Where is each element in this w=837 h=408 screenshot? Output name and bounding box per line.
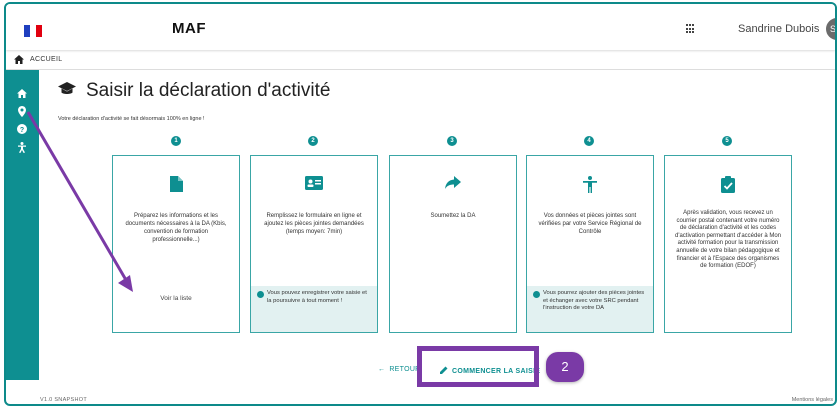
step-number: 4 — [584, 136, 594, 146]
step-card-fill-form: Remplissez le formulaire en ligne et ajo… — [250, 155, 378, 333]
map-marker-icon[interactable] — [15, 104, 29, 118]
step-card-verification: Vos données et pièces jointes sont vérif… — [526, 155, 654, 333]
graduation-cap-icon — [58, 81, 76, 101]
accessibility-icon[interactable] — [15, 140, 29, 154]
clipboard-check-icon — [665, 176, 791, 193]
breadcrumb: ACCUEIL — [6, 50, 835, 70]
app-title: MAF — [172, 20, 206, 37]
avatar[interactable]: SD — [826, 18, 835, 40]
apps-grid-icon[interactable] — [686, 24, 696, 34]
step-description: Vos données et pièces jointes sont vérif… — [538, 213, 642, 235]
svg-text:?: ? — [20, 127, 24, 134]
back-label: RETOUR — [389, 366, 421, 373]
id-card-icon — [251, 176, 377, 190]
arrow-left-icon: ← — [378, 366, 386, 373]
note-text: Vous pouvez enregistrer votre saisie et … — [267, 290, 367, 304]
note-text: Vous pourrez ajouter des pièces jointes … — [543, 290, 645, 311]
info-note: Vous pourrez ajouter des pièces jointes … — [527, 286, 653, 332]
step-description: Préparez les informations et les documen… — [125, 213, 227, 243]
info-dot-icon — [257, 291, 264, 298]
home-icon[interactable] — [14, 55, 24, 64]
step-number: 3 — [447, 136, 457, 146]
step-number: 2 — [308, 136, 318, 146]
info-dot-icon — [533, 291, 540, 298]
page-title: Saisir la déclaration d'activité — [86, 80, 331, 101]
breadcrumb-home-link[interactable]: ACCUEIL — [30, 56, 62, 63]
version-text: V1.0 SNAPSHOT — [40, 397, 87, 403]
step-description: Après validation, vous recevez un courri… — [674, 210, 782, 270]
sidebar: ? — [6, 70, 39, 380]
step-number: 1 — [171, 136, 181, 146]
top-header: MAF Sandrine Dubois SD — [6, 4, 835, 50]
page-title-row: Saisir la déclaration d'activité — [58, 80, 330, 102]
step-card-validation: Après validation, vous recevez un courri… — [664, 155, 792, 333]
annotation-highlight-box — [417, 346, 539, 387]
share-arrow-icon — [390, 176, 516, 190]
step-number: 5 — [722, 136, 732, 146]
file-icon — [113, 176, 239, 192]
step-description: Remplissez le formulaire en ligne et ajo… — [264, 213, 364, 235]
annotation-step-badge: 2 — [546, 352, 584, 382]
user-name[interactable]: Sandrine Dubois — [738, 23, 819, 35]
step-card-submit: Soumettez la DA — [389, 155, 517, 333]
person-icon — [527, 176, 653, 193]
intro-text: Votre déclaration d'activité se fait dés… — [58, 116, 205, 122]
info-note: Vous pouvez enregistrer votre saisie et … — [251, 286, 377, 332]
step-description: Soumettez la DA — [430, 213, 476, 219]
back-button[interactable]: ← RETOUR — [378, 366, 421, 373]
republic-flag-logo — [24, 25, 42, 37]
legal-notice-link[interactable]: Mentions légales — [792, 397, 833, 403]
step-card-prepare: Préparez les informations et les documen… — [112, 155, 240, 333]
home-icon[interactable] — [15, 86, 29, 100]
see-list-link[interactable]: Voir la liste — [113, 295, 239, 302]
help-icon[interactable]: ? — [15, 122, 29, 136]
